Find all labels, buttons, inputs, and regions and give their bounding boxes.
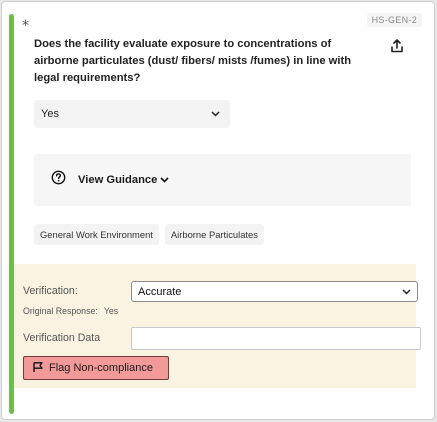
chevron-down-icon	[160, 177, 169, 183]
verification-selected-value: Accurate	[138, 285, 182, 298]
verification-select[interactable]: Accurate	[131, 281, 418, 302]
export-button[interactable]	[388, 38, 406, 58]
original-response-label: Original Response:	[23, 306, 98, 316]
verification-data-label: Verification Data	[23, 332, 101, 344]
question-circle-icon	[51, 170, 66, 190]
question-card: * HS-GEN-2 Does the facility evaluate ex…	[1, 1, 435, 420]
flag-non-compliance-label: Flag Non-compliance	[49, 362, 153, 374]
original-response: Original Response: Yes	[23, 306, 118, 316]
chevron-down-icon	[402, 286, 411, 298]
required-marker: *	[22, 18, 29, 34]
verification-panel: Verification: Accurate Original Response…	[14, 264, 421, 388]
flag-icon	[32, 361, 44, 376]
verification-data-input[interactable]	[131, 327, 421, 350]
tag-general-work-environment: General Work Environment	[34, 224, 159, 245]
question-code-badge: HS-GEN-2	[366, 13, 422, 27]
chevron-down-icon	[211, 108, 220, 120]
question-text: Does the facility evaluate exposure to c…	[34, 38, 352, 84]
answer-value: Yes	[41, 108, 59, 120]
upload-icon	[390, 38, 404, 58]
original-response-value: Yes	[103, 306, 119, 316]
tag-list: General Work Environment Airborne Partic…	[34, 224, 264, 245]
verification-label: Verification:	[23, 285, 78, 297]
view-guidance-label: View Guidance	[78, 174, 158, 186]
flag-non-compliance-button[interactable]: Flag Non-compliance	[23, 356, 169, 380]
tag-airborne-particulates: Airborne Particulates	[164, 224, 264, 245]
answer-select[interactable]: Yes	[34, 100, 230, 128]
view-guidance-toggle[interactable]: View Guidance	[34, 154, 411, 206]
